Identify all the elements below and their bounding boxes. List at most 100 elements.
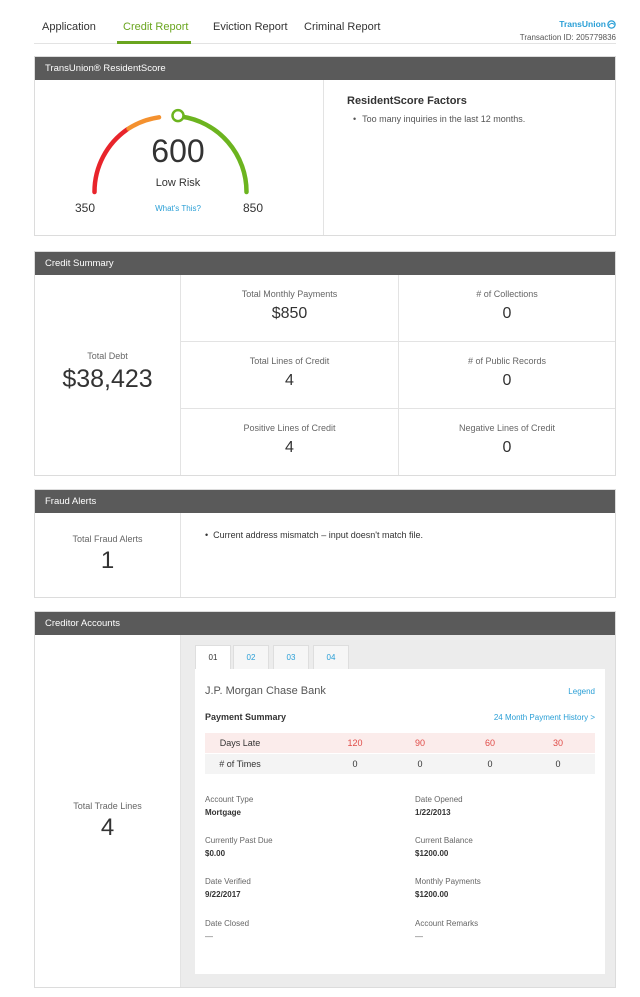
summary-cell-lines-of-credit: Total Lines of Credit 4 — [181, 342, 399, 409]
days-late-value: 30 — [552, 738, 563, 748]
detail-date-verified: Date Verified 9/22/2017 — [205, 877, 251, 899]
summary-cell-label: Total Monthly Payments — [241, 289, 338, 299]
detail-label: Date Verified — [205, 877, 251, 886]
tab-eviction-report[interactable]: Eviction Report — [213, 21, 288, 33]
transunion-swirl-icon — [607, 19, 616, 29]
bank-name: J.P. Morgan Chase Bank — [205, 685, 326, 697]
creditor-accounts-header: Creditor Accounts — [35, 612, 615, 635]
score-value: 600 — [151, 133, 205, 169]
account-panel: J.P. Morgan Chase Bank Legend Payment Su… — [195, 669, 605, 974]
tab-criminal-report[interactable]: Criminal Report — [304, 21, 380, 33]
summary-cell-label: # of Public Records — [467, 356, 547, 366]
detail-date-opened: Date Opened 1/22/2013 — [415, 795, 463, 817]
detail-label: Date Opened — [415, 795, 463, 804]
detail-current-balance: Current Balance $1200.00 — [415, 836, 473, 858]
summary-cell-label: Positive Lines of Credit — [243, 423, 336, 433]
summary-cell-value: $850 — [271, 305, 308, 322]
detail-label: Account Remarks — [415, 919, 479, 928]
days-late-value: 60 — [484, 738, 495, 748]
payment-history-link[interactable]: 24 Month Payment History > — [494, 713, 595, 722]
times-value: 0 — [352, 759, 358, 769]
trade-lines-label: Total Trade Lines — [73, 801, 142, 811]
summary-cell-label: Negative Lines of Credit — [458, 423, 556, 433]
detail-label: Monthly Payments — [415, 877, 481, 886]
factor-item: Too many inquiries in the last 12 months… — [347, 114, 607, 124]
detail-value: — — [415, 932, 423, 941]
creditor-accounts-card: Creditor Accounts Total Trade Lines 4 01… — [34, 611, 616, 988]
fraud-total-value: 1 — [100, 547, 115, 574]
brand-block: TransUnion Transaction ID: 205779836 — [520, 14, 616, 42]
resident-score-card: TransUnion® ResidentScore 600 Low Risk 3… — [34, 56, 616, 236]
score-max: 850 — [243, 201, 264, 215]
account-tab-04[interactable]: 04 — [313, 645, 349, 669]
fraud-alert-item: Current address mismatch – input doesn't… — [205, 530, 423, 540]
fraud-alerts-card: Fraud Alerts Total Fraud Alerts 1 Curren… — [34, 489, 616, 598]
total-debt-panel: Total Debt $38,423 — [35, 275, 181, 475]
detail-account-type: Account Type Mortgage — [205, 795, 253, 817]
summary-cell-positive-lines: Positive Lines of Credit 4 — [181, 409, 399, 475]
detail-value: 9/22/2017 — [205, 890, 241, 899]
times-value: 0 — [487, 759, 493, 769]
detail-value: $1200.00 — [415, 890, 449, 899]
times-row: # of Times 0 0 0 0 — [205, 754, 595, 774]
detail-date-closed: Date Closed — — [205, 919, 249, 941]
trade-lines-value: 4 — [100, 814, 115, 841]
gauge-marker — [171, 108, 185, 123]
transaction-id: Transaction ID: 205779836 — [519, 33, 616, 42]
detail-label: Account Type — [205, 795, 254, 804]
detail-value: $1200.00 — [415, 849, 449, 858]
risk-level: Low Risk — [155, 177, 201, 189]
account-detail-area: 01 02 03 04 J.P. Morgan Chase Bank Legen… — [181, 635, 615, 987]
fraud-total-label: Total Fraud Alerts — [72, 534, 143, 544]
summary-cell-public-records: # of Public Records 0 — [399, 342, 615, 409]
summary-cell-label: Total Lines of Credit — [249, 356, 330, 366]
tab-application[interactable]: Application — [42, 21, 96, 33]
days-late-row: Days Late 120 90 60 30 — [205, 733, 595, 753]
detail-label: Current Balance — [415, 836, 473, 845]
fraud-total-panel: Total Fraud Alerts 1 — [35, 513, 181, 597]
resident-score-header: TransUnion® ResidentScore — [35, 57, 615, 80]
score-gauge-panel: 600 Low Risk 350 What's This? 850 — [35, 80, 324, 235]
payment-summary-title: Payment Summary — [205, 712, 287, 722]
score-factors: ResidentScore Factors Too many inquiries… — [347, 95, 607, 124]
account-tab-03[interactable]: 03 — [273, 645, 309, 669]
total-debt-label: Total Debt — [87, 351, 128, 361]
summary-cell-value: 4 — [285, 372, 294, 389]
days-late-label: Days Late — [219, 738, 261, 748]
summary-cell-label: # of Collections — [476, 289, 538, 299]
factors-title: ResidentScore Factors — [347, 95, 467, 107]
score-min: 350 — [75, 201, 96, 215]
account-tab-01[interactable]: 01 — [195, 645, 231, 670]
detail-value: 1/22/2013 — [415, 808, 451, 817]
credit-summary-card: Credit Summary Total Debt $38,423 Total … — [34, 251, 616, 476]
summary-cell-monthly-payments: Total Monthly Payments $850 — [181, 275, 399, 342]
summary-cell-negative-lines: Negative Lines of Credit 0 — [399, 409, 615, 475]
detail-value: — — [205, 932, 213, 941]
trade-lines-panel: Total Trade Lines 4 — [35, 635, 181, 987]
days-late-value: 90 — [414, 738, 425, 748]
times-value: 0 — [417, 759, 423, 769]
detail-value: Mortgage — [205, 808, 241, 817]
times-label: # of Times — [219, 759, 261, 769]
detail-label: Date Closed — [205, 919, 250, 928]
tab-credit-report[interactable]: Credit Report — [123, 21, 188, 33]
whats-this-link[interactable]: What's This? — [131, 204, 225, 213]
summary-cell-value: 0 — [502, 372, 512, 389]
summary-cell-value: 4 — [285, 439, 294, 456]
legend-link[interactable]: Legend — [568, 687, 595, 696]
days-late-value: 120 — [347, 738, 363, 748]
account-tab-02[interactable]: 02 — [233, 645, 269, 669]
credit-summary-header: Credit Summary — [35, 252, 615, 275]
detail-account-remarks: Account Remarks — — [415, 919, 478, 941]
gauge-orange-segment — [126, 115, 162, 131]
summary-cell-value: 0 — [502, 439, 512, 456]
detail-label: Currently Past Due — [205, 836, 273, 845]
times-value: 0 — [555, 759, 561, 769]
detail-value: $0.00 — [205, 849, 226, 858]
brand-name: TransUnion — [559, 19, 606, 29]
transunion-logo: TransUnion — [559, 19, 616, 29]
active-tab-indicator — [117, 41, 191, 44]
fraud-alerts-header: Fraud Alerts — [35, 490, 615, 513]
detail-monthly-payments: Monthly Payments $1200.00 — [415, 877, 481, 899]
summary-cell-value: 0 — [502, 305, 512, 322]
